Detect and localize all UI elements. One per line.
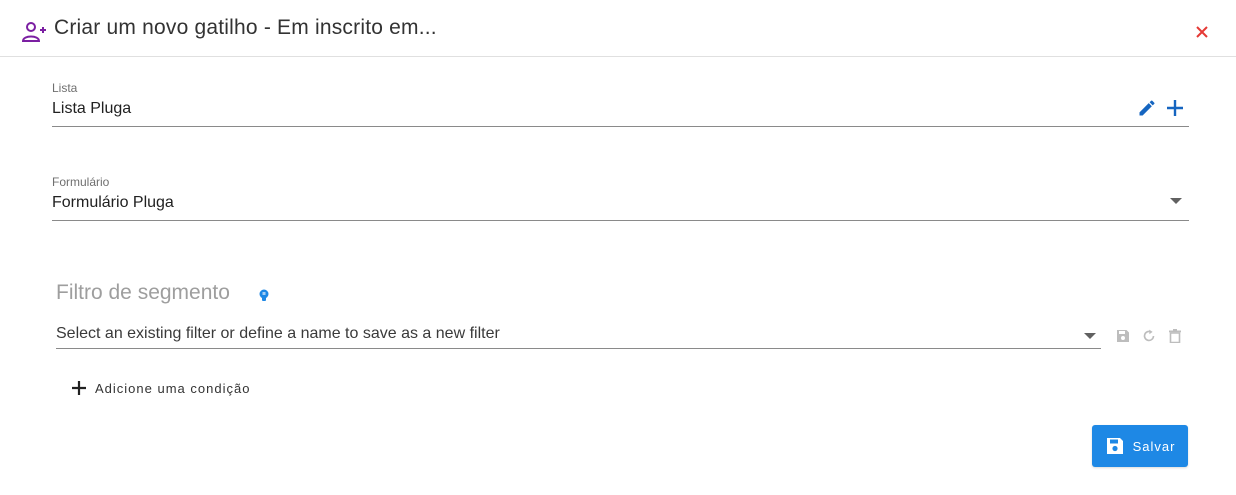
- lista-underline: [52, 126, 1189, 127]
- save-icon: [1105, 436, 1125, 456]
- dialog-header: Criar um novo gatilho - Em inscrito em..…: [0, 0, 1236, 57]
- dialog-title: Criar um novo gatilho - Em inscrito em..…: [54, 16, 437, 39]
- close-icon[interactable]: [1191, 21, 1213, 43]
- save-button[interactable]: Salvar: [1092, 425, 1188, 467]
- formulario-value: Formulário Pluga: [52, 194, 174, 211]
- formulario-underline: [52, 220, 1189, 221]
- chevron-down-icon[interactable]: [1168, 193, 1184, 209]
- plus-icon: [70, 379, 88, 397]
- refresh-icon[interactable]: [1141, 328, 1157, 344]
- segment-filter-combobox[interactable]: [56, 322, 1101, 349]
- segment-filter-input[interactable]: [56, 325, 1066, 343]
- add-condition-button[interactable]: Adicione uma condição: [70, 376, 250, 400]
- person-add-icon: [21, 21, 47, 43]
- save-icon[interactable]: [1115, 328, 1131, 344]
- lista-value: Lista Pluga: [52, 100, 132, 117]
- plus-icon[interactable]: [1164, 97, 1186, 119]
- trash-icon[interactable]: [1167, 328, 1183, 344]
- lista-label: Lista: [52, 81, 78, 95]
- add-condition-label: Adicione uma condição: [95, 380, 251, 396]
- lista-field[interactable]: Lista Lista Pluga: [52, 81, 1189, 127]
- chevron-down-icon[interactable]: [1082, 328, 1098, 344]
- lightbulb-icon[interactable]: [258, 289, 270, 302]
- formulario-select[interactable]: Formulário Formulário Pluga: [52, 175, 1189, 221]
- pencil-icon[interactable]: [1136, 97, 1158, 119]
- save-button-label: Salvar: [1132, 438, 1176, 454]
- segment-filter-title: Filtro de segmento: [56, 281, 230, 304]
- formulario-label: Formulário: [52, 175, 110, 189]
